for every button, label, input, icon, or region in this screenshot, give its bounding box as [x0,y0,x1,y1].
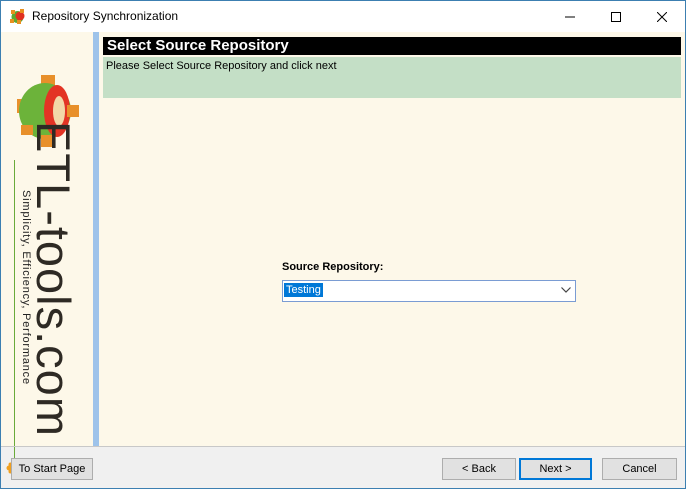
brand-panel: ETL-tools.com Simplicity, Efficiency, Pe… [1,32,93,476]
app-icon [9,8,26,25]
footer-divider [1,446,685,447]
brand-name: ETL-tools.com [27,121,80,437]
header-description-box: Please Select Source Repository and clic… [103,57,681,98]
back-label: < Back [462,463,496,475]
to-start-page-button[interactable]: To Start Page [11,458,93,480]
next-button[interactable]: Next > [519,458,592,480]
repository-sync-window: Repository Synchronization ETL-tools.com… [0,0,686,489]
to-start-page-label: To Start Page [18,463,86,475]
minimize-button[interactable] [547,1,593,32]
title-bar[interactable]: Repository Synchronization [1,1,685,32]
brand-divider [14,160,15,460]
close-button[interactable] [639,1,685,32]
page-subtitle: Please Select Source Repository and clic… [106,60,337,72]
chevron-down-icon[interactable] [561,287,571,293]
window-title: Repository Synchronization [32,9,179,23]
maximize-icon [611,11,621,22]
source-repository-value: Testing [284,283,323,297]
brand-tagline: Simplicity, Efficiency, Performance [20,190,32,385]
source-repository-label: Source Repository: [282,261,384,273]
back-button[interactable]: < Back [442,458,516,480]
source-repository-select[interactable]: Testing [282,280,576,302]
minimize-icon [565,16,575,17]
maximize-button[interactable] [593,1,639,32]
page-title: Select Source Repository [107,37,289,54]
cancel-label: Cancel [622,463,657,475]
wizard-content: Select Source Repository Please Select S… [99,32,685,446]
close-icon [657,11,667,22]
header-title-bar: Select Source Repository [103,37,681,55]
next-label: Next > [539,463,572,475]
cancel-button[interactable]: Cancel [602,458,677,480]
